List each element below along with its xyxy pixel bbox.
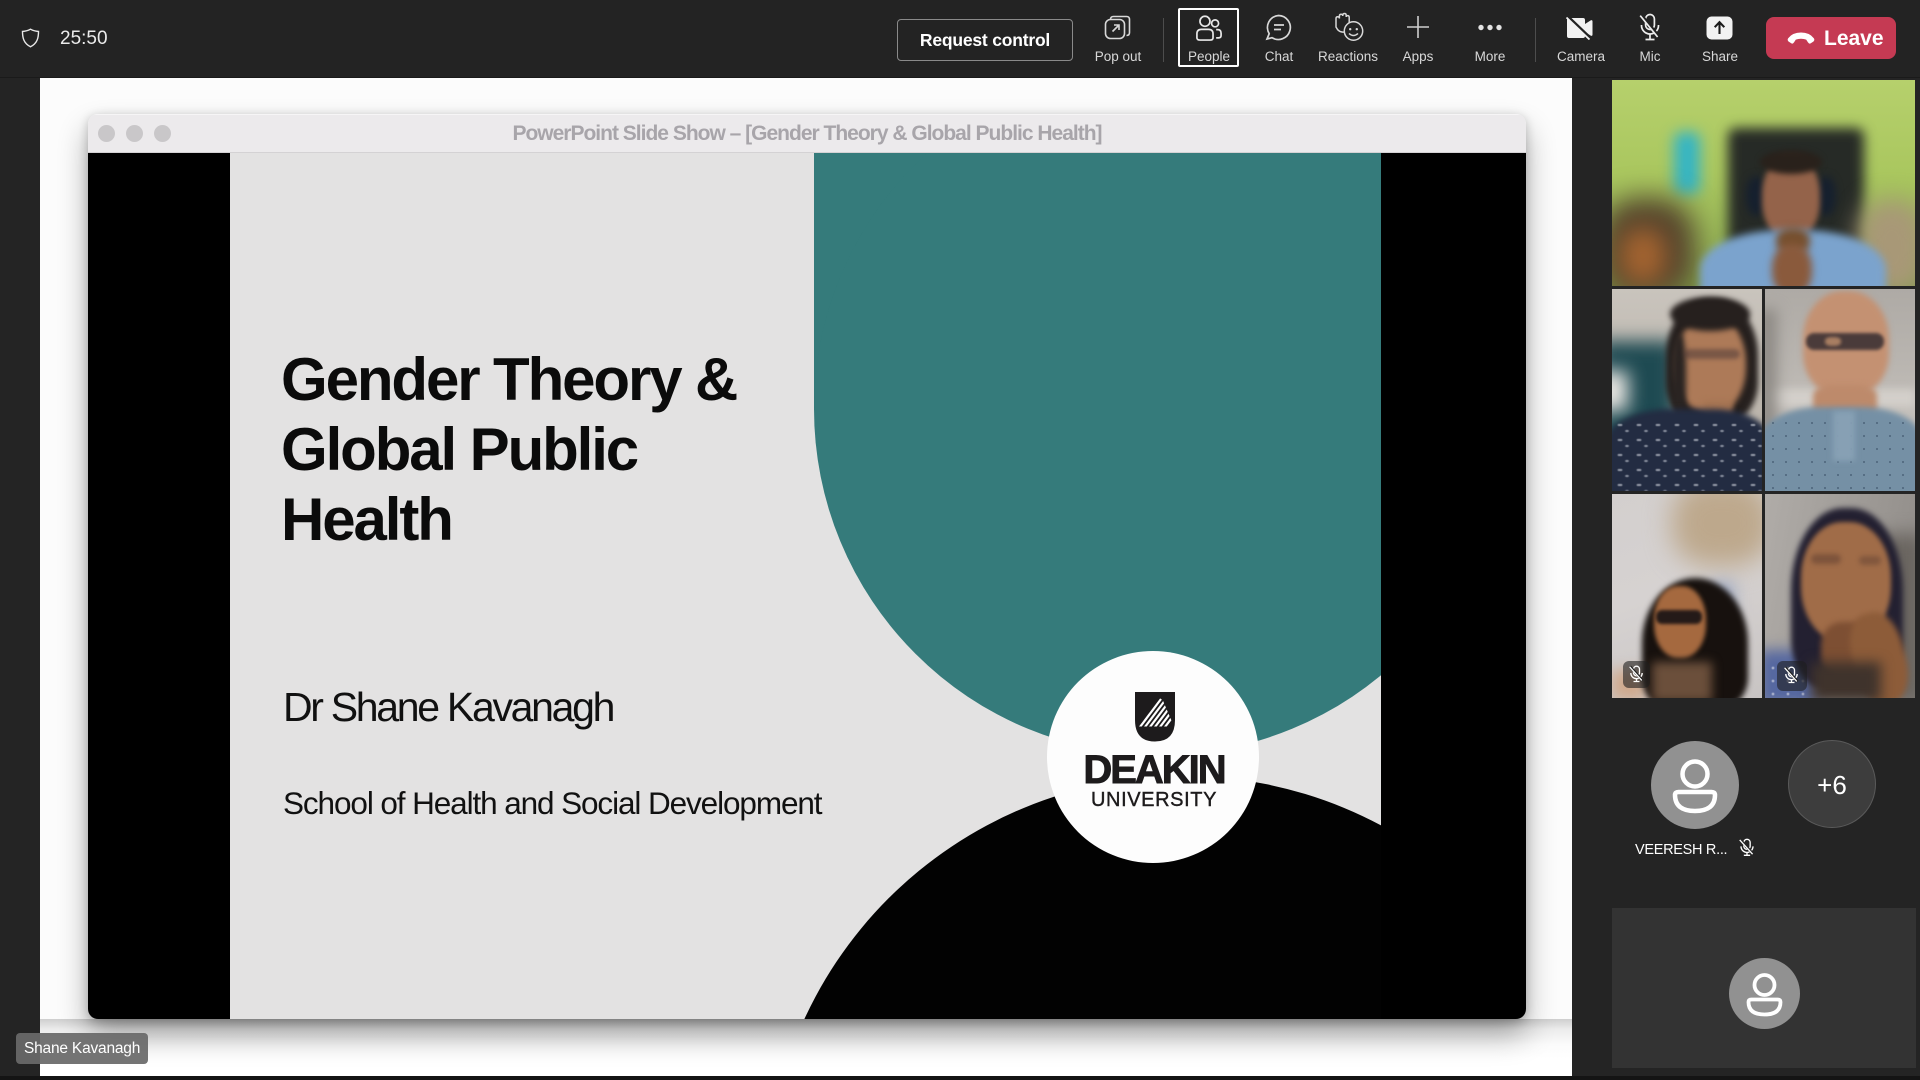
svg-text:DEAKIN: DEAKIN bbox=[1083, 748, 1224, 792]
svg-text:UNIVERSITY: UNIVERSITY bbox=[1091, 789, 1217, 811]
